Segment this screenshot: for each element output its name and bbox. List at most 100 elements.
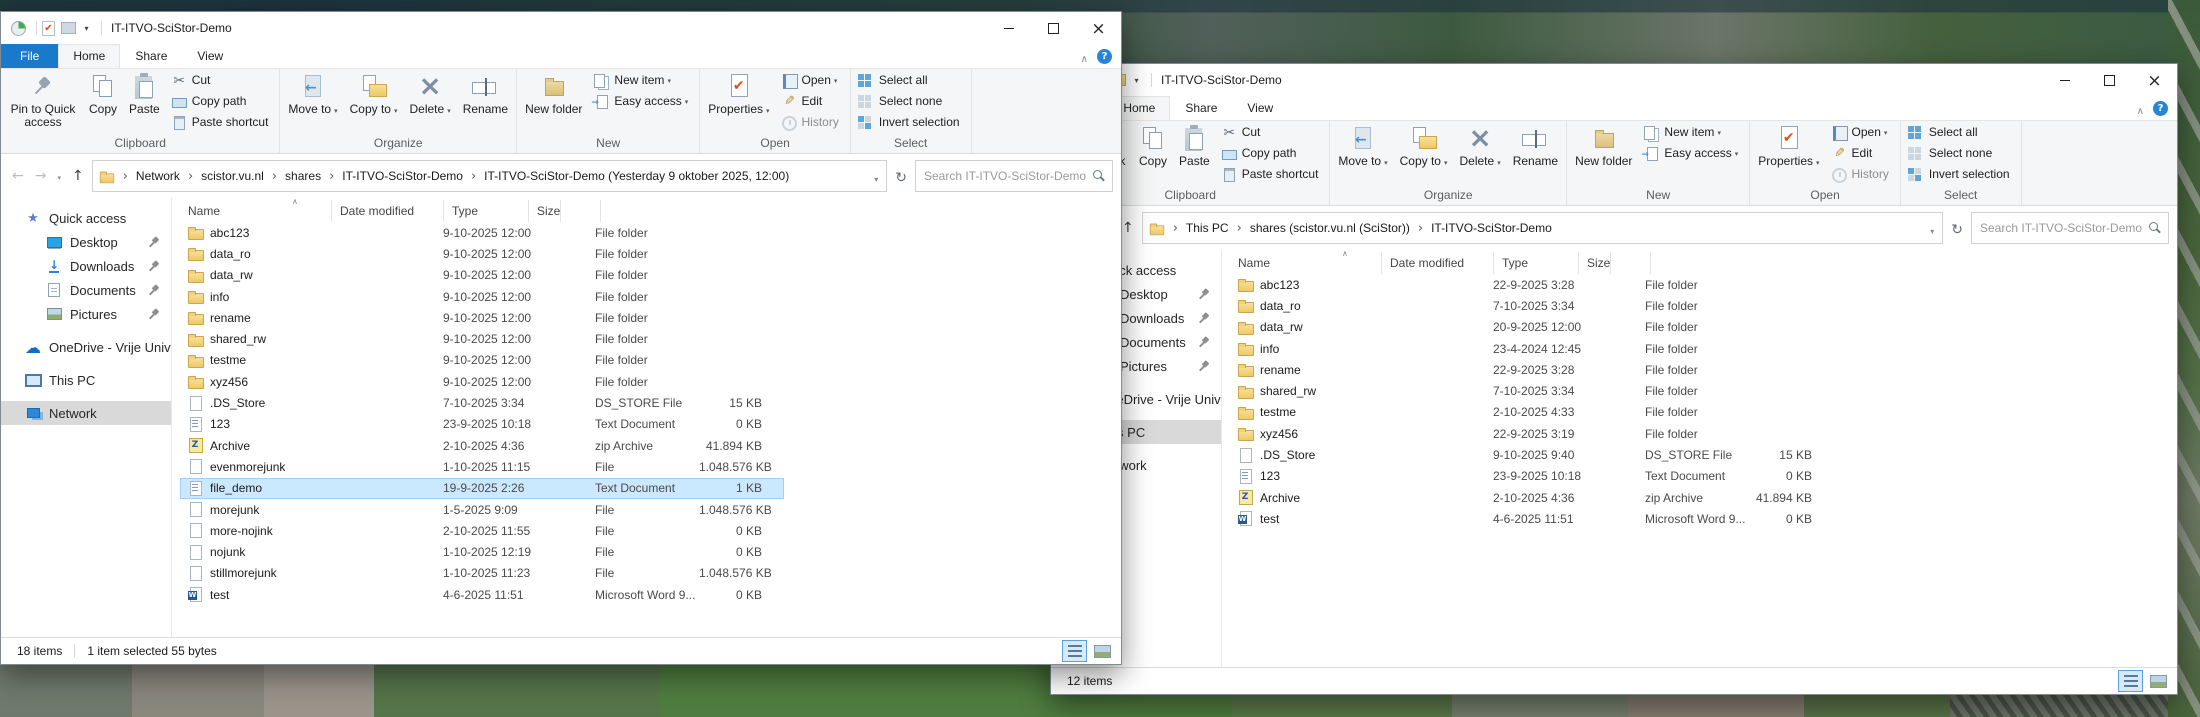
delete-button[interactable]: Delete <box>1454 122 1507 186</box>
file-row[interactable]: Archive 2-10-2025 4:36 zip Archive 41.89… <box>180 435 784 456</box>
thumbnail-view-button[interactable] <box>2146 670 2171 692</box>
help-icon[interactable] <box>1097 49 1112 64</box>
back-button[interactable] <box>9 169 27 183</box>
up-button[interactable] <box>69 169 87 183</box>
details-view-button[interactable] <box>1062 640 1087 662</box>
minimize-button[interactable] <box>986 12 1031 44</box>
explorer-icon[interactable] <box>9 20 27 36</box>
file-row[interactable]: 123 23-9-2025 10:18 Text Document 0 KB <box>180 414 784 435</box>
breadcrumb[interactable]: This PCshares (scistor.vu.nl (SciStor))I… <box>1142 212 1944 244</box>
file-row[interactable]: .DS_Store 7-10-2025 3:34 DS_STORE File 1… <box>180 392 784 413</box>
tab-share[interactable]: Share <box>1170 96 1232 120</box>
pin-to-quick-access-button[interactable]: Pin to Quick access <box>3 70 83 134</box>
title-bar[interactable]: IT-ITVO-SciStor-Demo <box>1 12 1121 44</box>
paste-shortcut-button[interactable]: Paste shortcut <box>166 112 278 133</box>
refresh-icon[interactable] <box>892 167 910 186</box>
file-row[interactable]: testme 2-10-2025 4:33 File folder <box>1230 402 1834 423</box>
tab-home[interactable]: Home <box>58 44 120 68</box>
file-row[interactable]: test 4-6-2025 11:51 Microsoft Word 9... … <box>180 584 784 605</box>
breadcrumb-network[interactable]: Network <box>115 169 180 184</box>
copy-to-button[interactable]: Copy to <box>344 70 404 134</box>
minimize-button[interactable] <box>2042 64 2087 96</box>
open-button[interactable]: Open <box>776 70 848 91</box>
copy-button[interactable]: Copy <box>83 70 123 134</box>
breadcrumb-it-itvo-scistor-demo[interactable]: IT-ITVO-SciStor-Demo <box>1410 221 1552 236</box>
search-box[interactable] <box>915 160 1113 192</box>
sidebar-item-documents[interactable]: Documents <box>1 278 171 302</box>
column-header-name[interactable]: Name <box>1230 252 1382 274</box>
easy-access-button[interactable]: Easy access <box>588 91 697 112</box>
file-row[interactable]: rename 22-9-2025 3:28 File folder <box>1230 359 1834 380</box>
file-row[interactable]: 123 23-9-2025 10:18 Text Document 0 KB <box>1230 466 1834 487</box>
file-row[interactable]: data_rw 20-9-2025 12:00 File folder <box>1230 317 1834 338</box>
breadcrumb-this-pc[interactable]: This PC <box>1165 221 1229 236</box>
select-none-button[interactable]: Select none <box>853 91 969 112</box>
properties-button[interactable]: Properties <box>1752 122 1825 186</box>
copy-path-button[interactable]: Copy path <box>1216 143 1328 164</box>
breadcrumb[interactable]: Networkscistor.vu.nlsharesIT-ITVO-SciSto… <box>92 160 888 192</box>
new-folder-button[interactable]: New folder <box>1569 122 1638 186</box>
sidebar-item-downloads[interactable]: Downloads <box>1 254 171 278</box>
select-all-button[interactable]: Select all <box>853 70 969 91</box>
new-folder-button[interactable]: New folder <box>519 70 588 134</box>
sidebar-item-network[interactable]: Network <box>1 401 171 425</box>
search-box[interactable] <box>1971 212 2169 244</box>
edit-button[interactable]: Edit <box>776 91 848 112</box>
new-item-button[interactable]: New item <box>1638 122 1747 143</box>
properties-check-icon[interactable] <box>42 21 55 36</box>
thumbnail-view-button[interactable] <box>1090 640 1115 662</box>
minimize-ribbon-icon[interactable] <box>2137 99 2144 118</box>
qat-customize-chevron-icon[interactable] <box>81 20 92 36</box>
cut-button[interactable]: Cut <box>166 70 278 91</box>
file-row[interactable]: Archive 2-10-2025 4:36 zip Archive 41.89… <box>1230 487 1834 508</box>
title-bar[interactable]: IT-ITVO-SciStor-Demo <box>1051 64 2177 96</box>
file-row[interactable]: data_ro 9-10-2025 12:00 File folder <box>180 243 784 264</box>
rename-button[interactable]: Rename <box>1507 122 1564 186</box>
new-folder-qat-icon[interactable] <box>59 20 77 36</box>
tab-view[interactable]: View <box>1232 96 1288 120</box>
recent-locations-chevron-icon[interactable] <box>54 169 64 183</box>
copy-to-button[interactable]: Copy to <box>1394 122 1454 186</box>
search-input[interactable] <box>1972 213 2146 243</box>
file-row[interactable]: nojunk 1-10-2025 12:19 File 0 KB <box>180 541 784 562</box>
close-button[interactable] <box>1076 12 1121 44</box>
paste-button[interactable]: Paste <box>123 70 166 134</box>
select-none-button[interactable]: Select none <box>1903 143 2019 164</box>
file-row[interactable]: abc123 9-10-2025 12:00 File folder <box>180 222 784 243</box>
sidebar-item-quick-access[interactable]: Quick access <box>1 206 171 230</box>
details-view-button[interactable] <box>2118 670 2143 692</box>
paste-button[interactable]: Paste <box>1173 122 1216 186</box>
sidebar-item-desktop[interactable]: Desktop <box>1 230 171 254</box>
file-row[interactable]: shared_rw 7-10-2025 3:34 File folder <box>1230 380 1834 401</box>
column-header-name[interactable]: Name <box>180 200 332 222</box>
sidebar-item-pictures[interactable]: Pictures <box>1 302 171 326</box>
history-button[interactable]: History <box>776 112 848 133</box>
qat-separator[interactable] <box>1151 73 1152 87</box>
file-row[interactable]: evenmorejunk 1-10-2025 11:15 File 1.048.… <box>180 456 784 477</box>
invert-selection-button[interactable]: Invert selection <box>853 112 969 133</box>
column-header-size[interactable]: Size <box>1579 252 1611 274</box>
column-header-date-modified[interactable]: Date modified <box>332 200 444 222</box>
file-row[interactable]: xyz456 9-10-2025 12:00 File folder <box>180 371 784 392</box>
select-all-button[interactable]: Select all <box>1903 122 2019 143</box>
move-to-button[interactable]: Move to <box>1332 122 1393 186</box>
qat-customize-chevron-icon[interactable] <box>1131 72 1142 88</box>
file-row[interactable]: file_demo 19-9-2025 2:26 Text Document 1… <box>180 478 784 499</box>
invert-selection-button[interactable]: Invert selection <box>1903 164 2019 185</box>
column-header-type[interactable]: Type <box>1494 252 1579 274</box>
breadcrumb-shares-scistor[interactable]: shares (scistor.vu.nl (SciStor)) <box>1229 221 1410 236</box>
sidebar-item-this-pc[interactable]: This PC <box>1 368 171 392</box>
file-row[interactable]: test 4-6-2025 11:51 Microsoft Word 9... … <box>1230 508 1834 529</box>
tab-file[interactable]: File <box>1 44 58 68</box>
minimize-ribbon-icon[interactable] <box>1081 47 1088 66</box>
tab-view[interactable]: View <box>182 44 238 68</box>
search-input[interactable] <box>916 161 1090 191</box>
delete-button[interactable]: Delete <box>404 70 457 134</box>
breadcrumb-it-itvo-scistor-demo[interactable]: IT-ITVO-SciStor-Demo <box>321 169 463 184</box>
file-row[interactable]: stillmorejunk 1-10-2025 11:23 File 1.048… <box>180 563 784 584</box>
maximize-button[interactable] <box>2087 64 2132 96</box>
file-row[interactable]: morejunk 1-5-2025 9:09 File 1.048.576 KB <box>180 499 784 520</box>
sidebar-item-onedrive[interactable]: OneDrive - Vrije Univ <box>1 335 171 359</box>
new-item-button[interactable]: New item <box>588 70 697 91</box>
move-to-button[interactable]: Move to <box>282 70 343 134</box>
